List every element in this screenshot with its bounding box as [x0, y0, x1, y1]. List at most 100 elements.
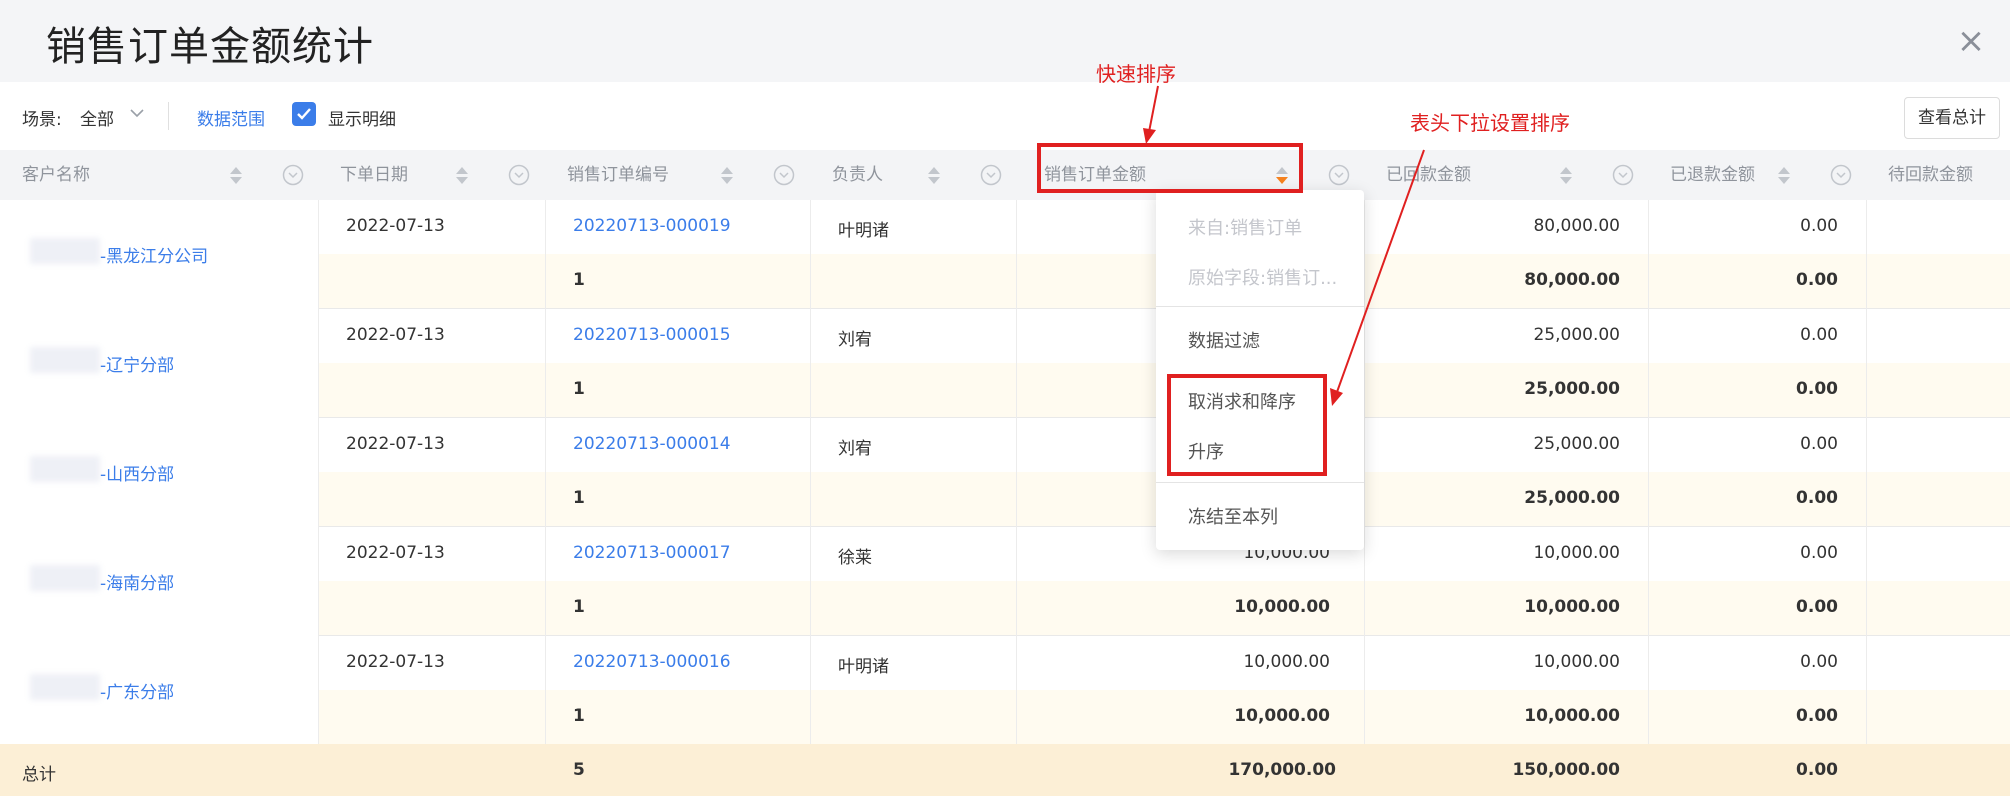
menu-item-data-filter[interactable]: 数据过滤	[1188, 327, 1260, 353]
menu-divider	[1156, 482, 1364, 483]
customer-link[interactable]: -海南分部	[100, 569, 174, 594]
column-menu-icon[interactable]	[980, 164, 1002, 186]
received-cell: 10,000.00	[1533, 543, 1620, 563]
total-amount: 170,000.00	[1228, 760, 1336, 780]
subtotal-count: 1	[573, 488, 585, 508]
column-menu-icon[interactable]	[282, 164, 304, 186]
menu-item-freeze-column[interactable]: 冻结至本列	[1188, 503, 1278, 529]
refunded-cell: 0.00	[1800, 652, 1838, 672]
customer-cell: -海南分部	[0, 527, 319, 637]
total-received: 150,000.00	[1512, 760, 1620, 780]
sort-icon[interactable]	[456, 167, 468, 184]
sort-icon[interactable]	[928, 167, 940, 184]
sort-icon[interactable]	[230, 167, 242, 184]
close-icon[interactable]: ×	[1956, 24, 1986, 58]
redacted-text	[30, 238, 100, 264]
column-divider	[545, 200, 546, 744]
scene-select-value[interactable]: 全部	[80, 105, 114, 130]
subtotal-refunded: 0.00	[1796, 379, 1838, 399]
column-divider	[1648, 200, 1649, 744]
column-divider	[1364, 200, 1365, 744]
column-divider	[810, 200, 811, 744]
subtotal-received: 10,000.00	[1524, 597, 1620, 617]
subtotal-received: 25,000.00	[1524, 379, 1620, 399]
total-label: 总计	[22, 765, 56, 785]
refunded-cell: 0.00	[1800, 543, 1838, 563]
customer-link[interactable]: -辽宁分部	[100, 351, 174, 376]
data-range-link[interactable]: 数据范围	[197, 105, 265, 130]
total-refunded: 0.00	[1796, 760, 1838, 780]
column-header-order-no[interactable]: 销售订单编号	[545, 150, 810, 200]
column-header-received[interactable]: 已回款金额	[1364, 150, 1648, 200]
column-header-refunded[interactable]: 已退款金额	[1648, 150, 1866, 200]
customer-cell: -黑龙江分公司	[0, 200, 319, 310]
subtotal-refunded: 0.00	[1796, 706, 1838, 726]
order-no-link[interactable]: 20220713-000019	[573, 216, 731, 236]
order-date-cell: 2022-07-13	[346, 543, 445, 563]
subtotal-refunded: 0.00	[1796, 270, 1838, 290]
amount-cell: 10,000.00	[1243, 652, 1330, 672]
subtotal-count: 1	[573, 597, 585, 617]
chevron-down-icon[interactable]	[128, 104, 146, 122]
column-header-order-date[interactable]: 下单日期	[318, 150, 545, 200]
scene-label: 场景:	[22, 110, 62, 130]
redacted-text	[30, 565, 100, 591]
menu-divider	[1156, 306, 1364, 307]
sort-icon[interactable]	[1778, 167, 1790, 184]
subtotal-count: 1	[573, 379, 585, 399]
redacted-text	[30, 347, 100, 373]
column-menu-icon[interactable]	[773, 164, 795, 186]
received-cell: 25,000.00	[1533, 325, 1620, 345]
annotation-box-sort-menu	[1167, 374, 1327, 476]
check-icon	[297, 108, 311, 120]
column-header-customer[interactable]: 客户名称	[0, 150, 318, 200]
column-header-pending[interactable]: 待回款金额	[1866, 150, 2010, 200]
owner-cell: 叶明诸	[838, 657, 889, 677]
customer-link[interactable]: -广东分部	[100, 678, 174, 703]
redacted-text	[30, 456, 100, 482]
column-menu-icon[interactable]	[1328, 164, 1350, 186]
menu-item-source: 来自:销售订单	[1188, 218, 1303, 239]
divider	[168, 102, 169, 130]
annotation-quick-sort: 快速排序	[1096, 62, 1176, 86]
show-detail-checkbox[interactable]	[292, 102, 316, 126]
customer-link[interactable]: -黑龙江分公司	[100, 242, 208, 267]
redacted-text	[30, 674, 100, 700]
customer-cell: -辽宁分部	[0, 309, 319, 419]
order-date-cell: 2022-07-13	[346, 652, 445, 672]
view-total-button[interactable]: 查看总计	[1904, 97, 2000, 139]
customer-cell: -山西分部	[0, 418, 319, 528]
column-divider	[1866, 200, 1867, 744]
refunded-cell: 0.00	[1800, 216, 1838, 236]
sort-icon[interactable]	[1560, 167, 1572, 184]
owner-cell: 刘宥	[838, 439, 872, 459]
column-header-owner[interactable]: 负责人	[810, 150, 1016, 200]
total-count: 5	[573, 760, 585, 780]
received-cell: 80,000.00	[1533, 216, 1620, 236]
order-no-link[interactable]: 20220713-000016	[573, 652, 731, 672]
subtotal-received: 25,000.00	[1524, 488, 1620, 508]
subtotal-received: 10,000.00	[1524, 706, 1620, 726]
annotation-box-sort-header	[1037, 143, 1303, 193]
column-menu-icon[interactable]	[1830, 164, 1852, 186]
annotation-header-dropdown-sort: 表头下拉设置排序	[1410, 111, 1570, 135]
show-detail-label: 显示明细	[328, 110, 396, 130]
received-cell: 25,000.00	[1533, 434, 1620, 454]
order-no-link[interactable]: 20220713-000017	[573, 543, 731, 563]
dialog-header: 销售订单金额统计 ×	[0, 0, 2010, 82]
subtotal-refunded: 0.00	[1796, 597, 1838, 617]
column-menu-icon[interactable]	[508, 164, 530, 186]
order-no-link[interactable]: 20220713-000014	[573, 434, 731, 454]
column-divider	[1016, 200, 1017, 744]
sort-icon[interactable]	[721, 167, 733, 184]
owner-cell: 刘宥	[838, 330, 872, 350]
order-date-cell: 2022-07-13	[346, 325, 445, 345]
refunded-cell: 0.00	[1800, 434, 1838, 454]
order-no-link[interactable]: 20220713-000015	[573, 325, 731, 345]
total-row: 总计 5 170,000.00 150,000.00 0.00	[0, 744, 2010, 796]
received-cell: 10,000.00	[1533, 652, 1620, 672]
customer-link[interactable]: -山西分部	[100, 460, 174, 485]
refunded-cell: 0.00	[1800, 325, 1838, 345]
table-header: 客户名称 下单日期 销售订单编号 负责人 销售订单金额 已回款金额 已退款金额 …	[0, 150, 2010, 201]
column-menu-icon[interactable]	[1612, 164, 1634, 186]
